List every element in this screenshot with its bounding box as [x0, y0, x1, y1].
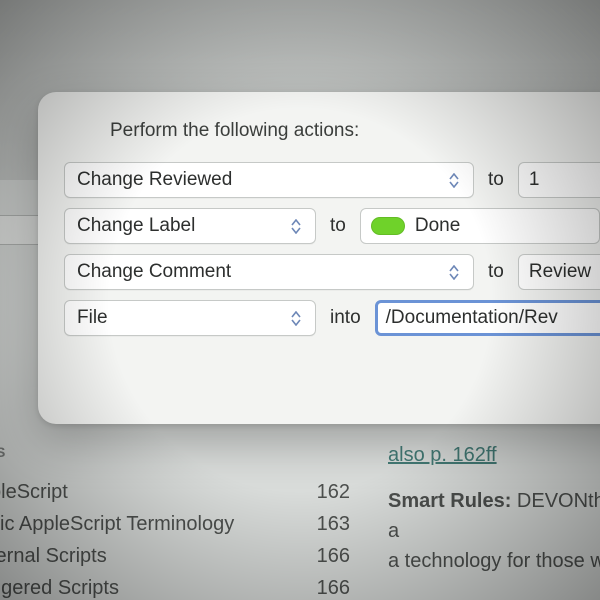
action-popup-reviewed[interactable]: Change Reviewed	[64, 162, 474, 198]
value-field-path[interactable]: /Documentation/Rev	[375, 300, 600, 336]
label-color-swatch	[371, 217, 405, 235]
value-field-label[interactable]: Done	[360, 208, 600, 244]
connector-label: into	[330, 307, 361, 329]
body-text: also p. 162ff Smart Rules: DEVONthink a …	[388, 440, 600, 576]
chevron-updown-icon	[449, 163, 467, 197]
connector-label: to	[330, 215, 346, 237]
chevron-updown-icon	[291, 209, 309, 243]
connector-label: to	[488, 169, 504, 191]
background-content: THIS pleScript162 sic AppleScript Termin…	[0, 430, 600, 600]
sheet-title: Perform the following actions:	[110, 120, 600, 142]
value-field-reviewed[interactable]: 1	[518, 162, 600, 198]
value-field-comment[interactable]: Review	[518, 254, 600, 290]
chevron-updown-icon	[449, 255, 467, 289]
toc-row: pleScript162	[0, 476, 350, 508]
action-popup-label[interactable]: Change Label	[64, 208, 316, 244]
toc: pleScript162 sic AppleScript Terminology…	[0, 476, 350, 600]
toc-row: ggered Scripts166	[0, 572, 350, 600]
action-popup-file[interactable]: File	[64, 300, 316, 336]
chevron-updown-icon	[291, 301, 309, 335]
toc-row: sic AppleScript Terminology163	[0, 508, 350, 540]
action-popup-comment[interactable]: Change Comment	[64, 254, 474, 290]
connector-label: to	[488, 261, 504, 283]
section-heading: THIS	[0, 444, 6, 460]
toc-row: ternal Scripts166	[0, 540, 350, 572]
actions-sheet: Perform the following actions: Change Re…	[38, 92, 600, 424]
page-link[interactable]: also p. 162ff	[388, 444, 497, 466]
